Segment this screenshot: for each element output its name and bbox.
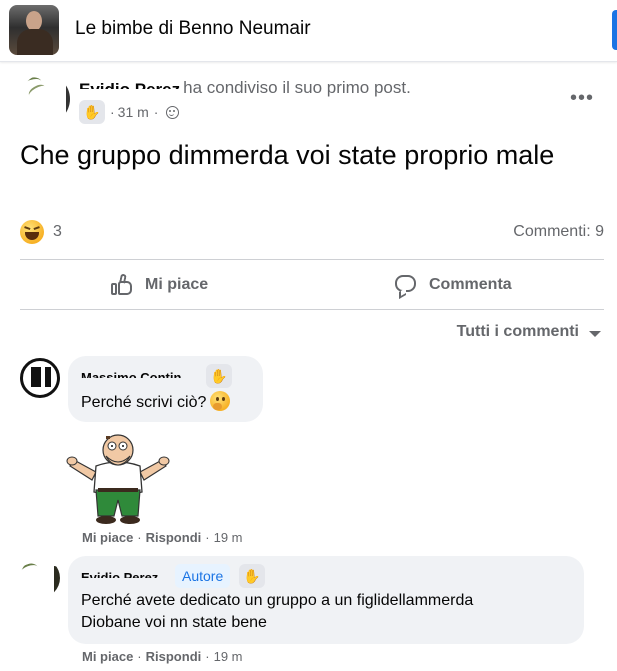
comment-text-line: Diobane voi nn state bene: [81, 614, 267, 631]
comment-text-content: Perché scrivi ciò?: [81, 394, 207, 411]
comment-reply-button[interactable]: Rispondi: [146, 530, 202, 545]
comment-author-name[interactable]: Evidio Perez: [81, 570, 173, 578]
new-member-wave-badge-icon[interactable]: ✋: [239, 564, 265, 588]
post-shared-text: ha condiviso il suo primo post.: [183, 78, 411, 97]
comment-author-name[interactable]: Massimo Contin: [81, 370, 201, 378]
comment-time[interactable]: 19 m: [214, 649, 243, 664]
reaction-count[interactable]: 3: [53, 223, 62, 241]
new-member-wave-badge-icon[interactable]: ✋: [79, 100, 105, 124]
chevron-down-icon: [589, 330, 601, 337]
comment-label: Commenta: [429, 276, 512, 293]
comment-author-avatar[interactable]: [20, 358, 60, 398]
comments-count[interactable]: Commenti: 9: [513, 223, 604, 241]
new-member-wave-badge-icon[interactable]: ✋: [206, 364, 232, 388]
comment-bubble-icon: [395, 274, 417, 300]
comment-like-button[interactable]: Mi piace: [82, 530, 133, 545]
post-meta: ✋ · 31 m ·: [79, 100, 180, 124]
post-time[interactable]: 31 m: [118, 104, 149, 120]
thumbs-up-icon: [111, 273, 133, 296]
post-author-avatar[interactable]: [20, 74, 70, 124]
haha-reaction-icon[interactable]: [20, 220, 44, 244]
comment-text: Perché scrivi ciò?: [81, 391, 231, 414]
sort-label: Tutti i commenti: [456, 323, 579, 340]
divider: [20, 259, 604, 260]
like-label: Mi piace: [145, 276, 209, 293]
thinking-face-icon: [210, 391, 231, 411]
comment-time[interactable]: 19 m: [214, 530, 243, 545]
post-text: Che gruppo dimmerda voi state proprio ma…: [20, 140, 555, 170]
more-options-icon[interactable]: •••: [570, 88, 594, 108]
like-button[interactable]: Mi piace: [111, 268, 208, 302]
comment-like-button[interactable]: Mi piace: [82, 649, 133, 664]
author-badge: Autore: [175, 564, 231, 588]
comments-sort-dropdown[interactable]: Tutti i commenti: [457, 323, 601, 341]
peter-griffin-sticker[interactable]: [66, 432, 170, 526]
post-author-name[interactable]: Evidio Perez: [79, 80, 180, 89]
post-author-line: Evidio Perezha condiviso il suo primo po…: [79, 78, 411, 98]
comment-actions: Mi piace · Rispondi · 19 m: [82, 649, 243, 664]
group-audience-icon: [166, 105, 180, 119]
group-avatar[interactable]: [9, 5, 59, 55]
comment-author-avatar[interactable]: [20, 558, 60, 598]
comment-actions: Mi piace · Rispondi · 19 m: [82, 530, 243, 545]
comment-bubble: Massimo Contin ✋ Perché scrivi ciò?: [68, 356, 263, 422]
comment-text-line: Perché avete dedicato un gruppo a un fig…: [81, 592, 474, 609]
comment-bubble: Evidio Perez Autore ✋ Perché avete dedic…: [68, 556, 584, 644]
comment-reply-button[interactable]: Rispondi: [146, 649, 202, 664]
divider: [20, 309, 604, 310]
header-action-button[interactable]: [612, 10, 617, 50]
group-header: Le bimbe di Benno Neumair: [0, 0, 617, 62]
group-name[interactable]: Le bimbe di Benno Neumair: [75, 18, 311, 40]
comment-button[interactable]: Commenta: [395, 268, 512, 302]
comment-text: Perché avete dedicato un gruppo a un fig…: [81, 590, 473, 634]
